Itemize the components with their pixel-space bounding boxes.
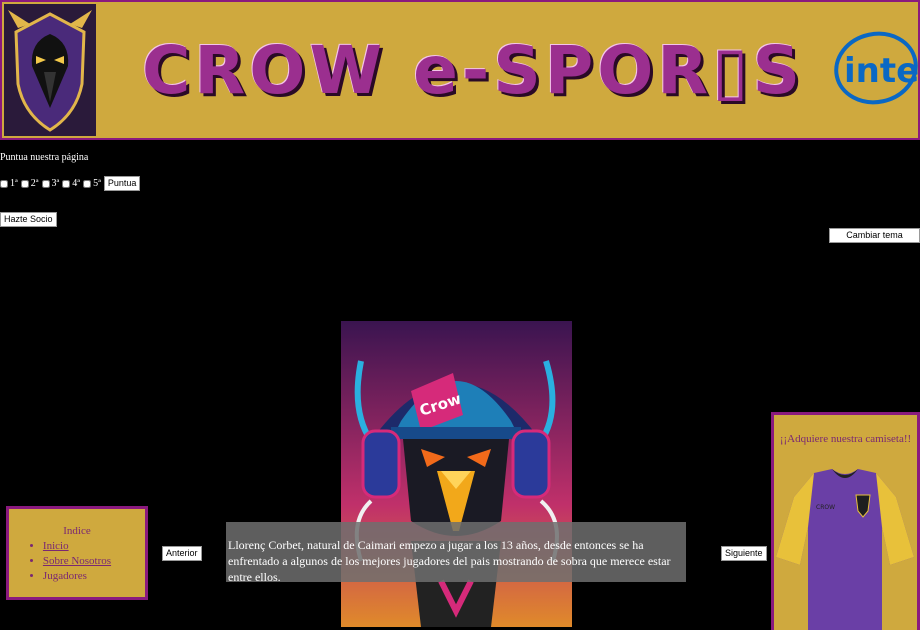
rating-option-3[interactable]: 3ª [41,178,59,189]
index-link-sobre-nosotros[interactable]: Sobre Nosotros [43,555,111,567]
next-button[interactable]: Siguiente [721,546,767,561]
index-title: Indice [63,525,91,537]
shirt-promo-panel[interactable]: ¡¡Adquiere nuestra camiseta!! CROW [771,412,920,630]
index-item-sobre-nosotros: Sobre Nosotros [43,554,111,569]
rating-checkbox-5[interactable] [83,179,92,188]
rating-option-1[interactable]: 1ª [0,178,18,189]
svg-text:intel: intel [844,51,918,91]
index-item-jugadores: Jugadores [43,569,111,584]
rating-checkbox-2[interactable] [20,179,29,188]
rating-form: 1ª 2ª 3ª 4ª 5ª Puntua [0,176,141,191]
crow-logo [4,4,96,136]
index-link-inicio[interactable]: Inicio [43,540,69,552]
index-link-jugadores[interactable]: Jugadores [43,570,87,582]
rating-option-5[interactable]: 5ª [83,178,101,189]
shirt-promo-title: ¡¡Adquiere nuestra camiseta!! [779,433,912,445]
team-shirt-image: CROW [776,469,914,630]
become-member-button[interactable]: Hazte Socio [0,212,57,227]
index-item-inicio: Inicio [43,539,111,554]
player-caption: Llorenç Corbet, natural de Caimari empez… [226,522,686,584]
brand-title: CROW e-SPOR▯S [142,32,804,109]
rating-checkbox-3[interactable] [41,179,50,188]
intel-logo: intel [828,22,920,114]
change-theme-button[interactable]: Cambiar tema [829,228,920,243]
previous-button[interactable]: Anterior [162,546,202,561]
site-header: CROW e-SPOR▯S intel [0,0,920,140]
rating-option-4[interactable]: 4ª [62,178,80,189]
index-list: Inicio Sobre Nosotros Jugadores [43,539,111,584]
rating-option-2[interactable]: 2ª [20,178,39,189]
rating-submit-button[interactable]: Puntua [103,176,141,191]
rating-title: Puntua nuestra página [0,152,89,163]
rating-checkbox-4[interactable] [62,179,71,188]
index-panel: Indice Inicio Sobre Nosotros Jugadores [6,506,148,600]
svg-text:CROW: CROW [816,504,835,511]
rating-checkbox-1[interactable] [0,179,8,188]
